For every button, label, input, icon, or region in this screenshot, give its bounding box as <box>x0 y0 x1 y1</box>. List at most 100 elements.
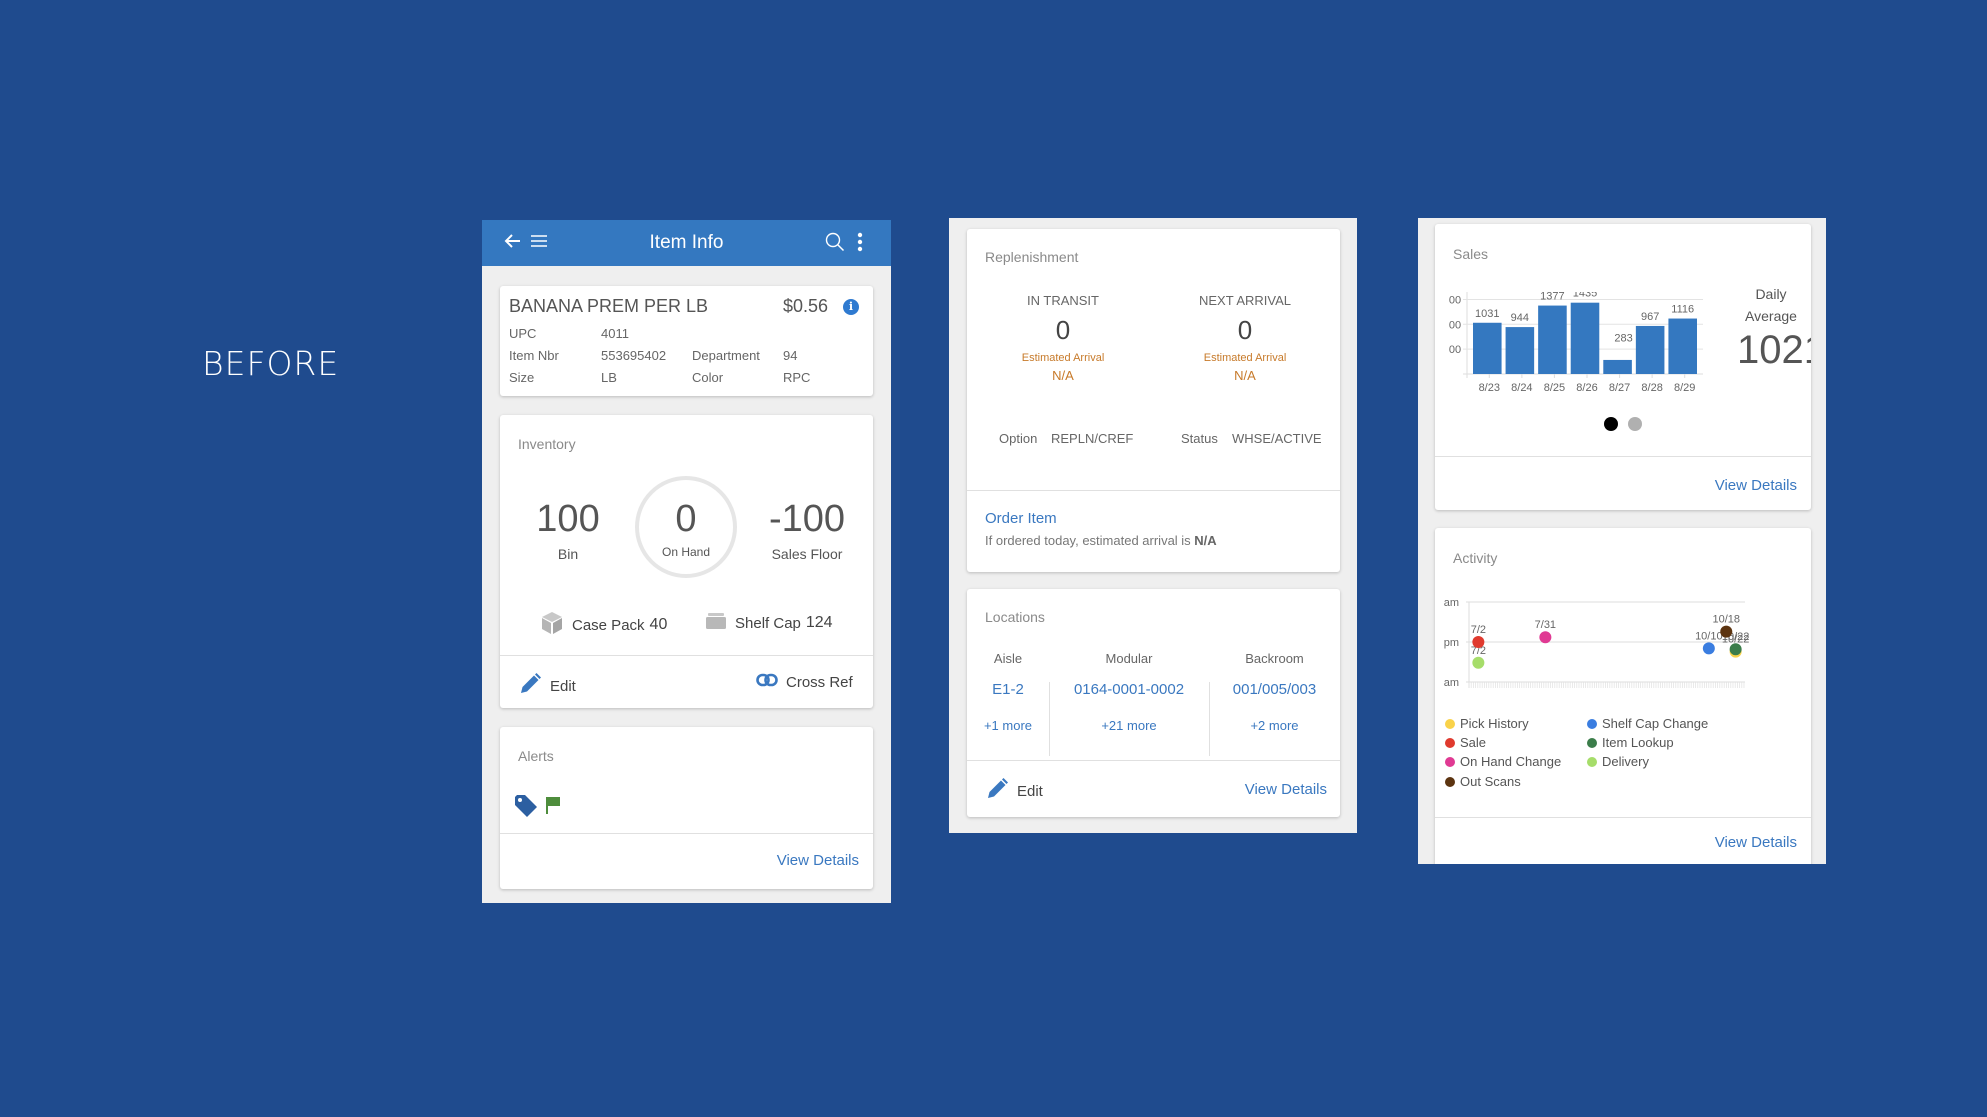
legend-label: Delivery <box>1602 754 1649 769</box>
bin-value: 100 <box>536 498 600 540</box>
activity-scatter-chart: ampmam7/27/27/3110/1010/1810/2210/22 <box>1444 597 1749 688</box>
data-label: 283 <box>1614 333 1632 345</box>
sales-title: Sales <box>1453 246 1489 262</box>
x-tick-label: 8/25 <box>1544 382 1565 394</box>
activity-point <box>1472 636 1485 648</box>
status-value: WHSE/ACTIVE <box>1232 431 1322 446</box>
replenishment-screen: Replenishment IN TRANSIT 0 Estimated Arr… <box>949 218 1357 833</box>
back-arrow-icon[interactable] <box>504 232 522 250</box>
legend-dot-icon <box>1587 737 1597 748</box>
cross-ref-button[interactable]: Cross Ref <box>756 673 853 691</box>
locations-view-details-link[interactable]: View Details <box>1245 781 1327 798</box>
x-tick-label: 8/29 <box>1674 382 1695 394</box>
menu-icon[interactable] <box>530 232 548 250</box>
pencil-icon <box>518 672 542 700</box>
sales-view-details-link[interactable]: View Details <box>1715 477 1797 494</box>
y-tick-label: am <box>1444 597 1459 609</box>
bar <box>1505 327 1535 374</box>
activity-title: Activity <box>1453 550 1498 566</box>
flag-icon[interactable] <box>545 796 561 819</box>
option-value: REPLN/CREF <box>1051 431 1134 446</box>
aisle-value[interactable]: E1-2 <box>967 681 1049 698</box>
daily-label: Daily <box>1755 286 1787 302</box>
legend-item: On Hand Change <box>1445 754 1561 769</box>
upc-value: 4011 <box>601 326 629 341</box>
alerts-view-details-link[interactable]: View Details <box>777 852 859 869</box>
order-note-value: N/A <box>1194 533 1217 548</box>
cross-ref-label: Cross Ref <box>786 673 853 691</box>
pager-dot[interactable] <box>1628 417 1642 431</box>
in-transit-est-label: Estimated Arrival <box>1021 352 1105 364</box>
more-vert-icon[interactable] <box>857 232 863 252</box>
sales-activity-screen: Sales 00 00 00 1031 8/23 944 8/24 1377 8/25 1435 8… <box>1418 218 1826 864</box>
locations-title: Locations <box>985 609 1045 625</box>
x-tick-label: 8/26 <box>1576 382 1597 394</box>
edit-label: Edit <box>1017 782 1043 800</box>
legend-dot-icon <box>1445 756 1455 767</box>
bar <box>1538 305 1567 374</box>
activity-point <box>1702 642 1715 655</box>
activity-card: Activity am pm am 7/2 7/2 7/31 10/10 10/18 10/22… <box>1435 528 1811 864</box>
y-tick-label: 00 <box>1449 319 1461 331</box>
backroom-value[interactable]: 001/005/003 <box>1209 681 1340 698</box>
sales-floor-label: Sales Floor <box>771 546 843 562</box>
on-hand-value: 0 <box>675 498 697 540</box>
legend-item: Out Scans <box>1445 774 1521 789</box>
size-value: LB <box>601 370 617 385</box>
data-label: 1116 <box>1671 304 1694 316</box>
legend-label: Item Lookup <box>1602 735 1674 750</box>
next-arrival-est-label: Estimated Arrival <box>1203 352 1287 364</box>
x-tick-label: 8/27 <box>1609 382 1630 394</box>
data-label: 1435 <box>1573 292 1597 300</box>
before-label: BEFORE <box>202 344 340 383</box>
backroom-more-link[interactable]: +2 more <box>1209 718 1340 733</box>
legend-label: Sale <box>1460 735 1487 750</box>
data-label: 1031 <box>1475 308 1499 320</box>
order-item-link[interactable]: Order Item <box>985 510 1057 527</box>
sales-card: Sales 00 00 00 1031 8/23 944 8/24 1377 8/25 1435 8… <box>1435 224 1811 510</box>
activity-point <box>1720 625 1733 638</box>
replenishment-card: Replenishment IN TRANSIT 0 Estimated Arr… <box>967 229 1340 572</box>
modular-value[interactable]: 0164-0001-0002 <box>1049 681 1209 698</box>
y-tick-label: pm <box>1444 637 1459 649</box>
info-icon[interactable]: i <box>843 299 859 315</box>
bar <box>1570 302 1600 374</box>
shelf-cap-label: Shelf Cap <box>735 614 801 632</box>
edit-inventory-button[interactable]: Edit <box>518 672 576 700</box>
legend-item: Shelf Cap Change <box>1587 716 1708 731</box>
item-nbr-label: Item Nbr <box>509 348 559 363</box>
order-note-text: If ordered today, estimated arrival is <box>985 533 1195 548</box>
sales-floor-value: -100 <box>768 498 846 540</box>
on-hand-label: On Hand <box>661 545 711 559</box>
legend-item: Sale <box>1445 735 1486 750</box>
aisle-more-link[interactable]: +1 more <box>967 718 1049 733</box>
legend-label: Shelf Cap Change <box>1602 716 1709 731</box>
app-bar: Item Info <box>482 220 891 266</box>
in-transit-value: 0 <box>1055 315 1071 345</box>
edit-locations-button[interactable]: Edit <box>985 777 1043 805</box>
link-icon <box>756 673 778 691</box>
price-tag-icon[interactable] <box>513 793 539 824</box>
activity-view-details-link[interactable]: View Details <box>1715 834 1797 851</box>
case-pack-label: Case Pack <box>572 616 645 634</box>
point-label: 10/18 <box>1712 614 1740 626</box>
legend-dot-icon <box>1445 737 1455 748</box>
search-icon[interactable] <box>825 232 845 252</box>
item-nbr-value: 553695402 <box>601 348 667 363</box>
aisle-header: Aisle <box>993 651 1023 666</box>
modular-more-link[interactable]: +21 more <box>1049 718 1209 733</box>
box-icon <box>540 611 564 639</box>
bar <box>1603 359 1632 374</box>
legend-item: Pick History <box>1445 716 1529 731</box>
bar <box>1635 325 1665 374</box>
legend-dot-icon <box>1587 756 1597 767</box>
department-value: 94 <box>783 348 798 363</box>
shelf-cap-value: 124 <box>805 614 833 631</box>
pager-dot-active[interactable] <box>1604 417 1618 431</box>
inventory-title: Inventory <box>518 436 576 452</box>
legend-item: Delivery <box>1587 754 1649 769</box>
data-label: 967 <box>1641 311 1659 323</box>
edit-label: Edit <box>550 677 576 695</box>
divider <box>500 655 873 656</box>
point-label: 7/2 <box>1471 624 1486 636</box>
